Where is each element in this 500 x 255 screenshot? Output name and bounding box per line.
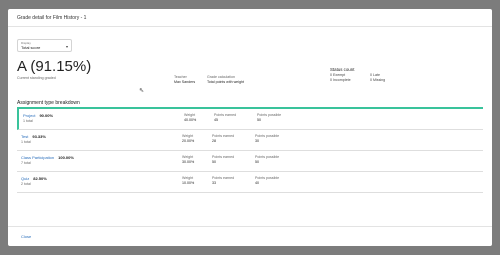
type-link-class-participation[interactable]: Class Participation — [21, 155, 54, 160]
table-row: Class Participation 100.00% 7 total Weigh… — [17, 151, 483, 172]
weight-value: 10.00% — [182, 181, 195, 185]
weight-value: 30.00% — [182, 160, 195, 164]
weight-value: 40.00% — [184, 118, 197, 122]
possible-value: 50 — [255, 160, 259, 164]
type-percent: 90.00% — [39, 113, 54, 118]
type-link-test[interactable]: Test — [21, 134, 28, 139]
type-count: 1 total — [21, 140, 31, 144]
chevron-down-icon: ▾ — [65, 44, 68, 49]
modal-body: Display Total score ▾ A (91.15%) Current… — [8, 27, 492, 228]
modal-header: Grade detail for Film History - 1 — [8, 9, 492, 27]
grade-detail-modal: Grade detail for Film History - 1 Displa… — [8, 9, 492, 246]
earned-value: 50 — [212, 160, 216, 164]
calculation-value: Total points with weight — [207, 80, 244, 84]
status-incomplete: 0 Incomplete — [330, 78, 351, 82]
mouse-cursor-icon: ⇖ — [139, 88, 145, 94]
earned-value: 33 — [212, 181, 216, 185]
earned-value: 45 — [214, 118, 218, 122]
modal-footer: Close — [8, 226, 492, 246]
table-row: Project 90.00% 1 total Weight 40.00% Point… — [17, 109, 483, 130]
type-count: 2 total — [21, 182, 31, 186]
table-row: Quiz 82.50% 2 total Weight 10.00% Points e… — [17, 172, 483, 193]
status-late: 0 Late — [370, 73, 380, 77]
possible-value: 30 — [255, 139, 259, 143]
weight-value: 20.00% — [182, 139, 195, 143]
modal-title: Grade detail for Film History - 1 — [17, 14, 87, 21]
type-link-quiz[interactable]: Quiz — [21, 176, 29, 181]
status-count: Status count 0 Exempt 0 Late 0 Incomplet… — [330, 67, 410, 82]
type-percent: 82.50% — [33, 176, 47, 181]
status-exempt: 0 Exempt — [330, 73, 346, 77]
earned-value: 28 — [212, 139, 216, 143]
possible-value: 50 — [257, 118, 261, 122]
teacher-value: Max Sanders — [174, 80, 196, 84]
status-missing: 0 Missing — [370, 78, 386, 82]
possible-value: 40 — [255, 181, 259, 185]
type-link-project[interactable]: Project — [23, 113, 35, 118]
breakdown-table: Project 90.00% 1 total Weight 40.00% Point… — [17, 109, 483, 193]
calculation-info: Grade calculation Total points with weig… — [207, 75, 244, 85]
display-value: Total score — [21, 45, 41, 50]
grade-subtitle: Current standing graded — [17, 76, 56, 80]
overall-grade: A (91.15%) — [17, 58, 92, 75]
teacher-info: Teacher Max Sanders — [174, 75, 195, 85]
type-count: 7 total — [21, 161, 31, 165]
type-percent: 100.00% — [58, 155, 74, 160]
table-row: Test 93.33% 1 total Weight 20.00% Points e… — [17, 130, 483, 151]
type-count: 1 total — [23, 119, 33, 123]
display-select[interactable]: Display Total score ▾ — [17, 39, 72, 52]
breakdown-title: Assignment type breakdown — [17, 100, 80, 106]
type-percent: 93.33% — [32, 134, 46, 139]
close-button[interactable]: Close — [21, 234, 31, 239]
